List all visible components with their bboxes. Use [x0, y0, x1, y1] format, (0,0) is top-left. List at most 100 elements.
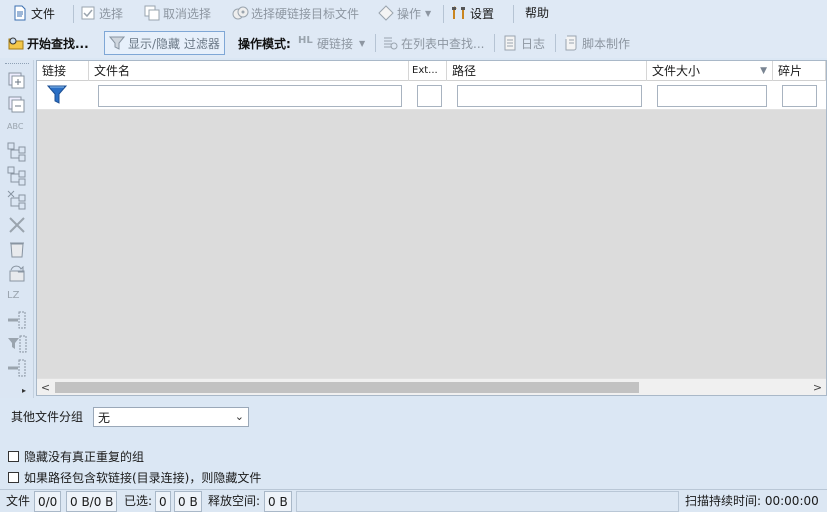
path-filter-input[interactable] [457, 85, 642, 107]
settings-button[interactable]: 设置 [451, 1, 494, 25]
document-icon [12, 5, 28, 21]
select-hardlink-target-button[interactable]: 选择硬链接目标文件 [232, 1, 359, 25]
checkbox-icon[interactable] [8, 472, 19, 483]
script-label: 脚本制作 [582, 36, 631, 51]
scroll-left-icon[interactable]: < [37, 379, 54, 396]
hardlink-icon: HL [298, 35, 313, 46]
tree-select-alt-button[interactable] [7, 166, 27, 186]
scrollbar-thumb[interactable] [55, 382, 639, 393]
tree-cross-icon [7, 190, 27, 213]
diamond-icon [378, 5, 394, 21]
tools-icon [451, 5, 467, 21]
separator [375, 34, 376, 52]
file-menu[interactable]: 文件 [12, 1, 55, 25]
separator [73, 5, 74, 23]
link-alt-button[interactable] [7, 358, 27, 378]
tree-check-icon [7, 166, 27, 189]
link-icon [7, 311, 27, 333]
scroll-right-icon[interactable]: > [809, 379, 826, 396]
separator [513, 5, 514, 23]
separator [443, 5, 444, 23]
column-filesize[interactable]: 文件大小 ▼ [647, 61, 773, 81]
tree-select-button[interactable] [7, 142, 27, 162]
grip-handle[interactable] [5, 63, 29, 65]
delete-button[interactable] [7, 215, 27, 235]
menu-toolbar: 文件 选择 取消选择 选择硬链接目标文件 操作 ▼ 设置 帮助 [0, 0, 827, 28]
action-toolbar: 开始查找... 显示/隐藏 过滤器 操作模式: HL 硬链接 ▼ 在列表中查找.… [0, 28, 827, 58]
operations-menu[interactable]: 操作 ▼ [378, 1, 431, 25]
help-menu[interactable]: 帮助 [525, 0, 549, 24]
find-in-list-label: 在列表中查找... [401, 36, 485, 51]
overflow-chevron-icon[interactable]: ▸ [22, 386, 26, 395]
filesize-filter-input[interactable] [657, 85, 767, 107]
recycle-bin-icon [7, 242, 27, 262]
hide-no-real-dup-checkbox[interactable]: 隐藏没有真正重复的组 [8, 448, 144, 465]
log-button[interactable]: 日志 [502, 31, 545, 55]
deselect-button[interactable]: 取消选择 [144, 1, 211, 25]
tree-deselect-button[interactable] [7, 190, 27, 210]
find-in-list-button[interactable]: 在列表中查找... [382, 31, 484, 55]
status-files-size: 0 B/0 B [66, 491, 118, 512]
column-filename[interactable]: 文件名 [89, 61, 409, 81]
deselect-label: 取消选择 [163, 6, 212, 21]
collapse-all-button[interactable] [7, 95, 27, 115]
other-groups-label: 其他文件分组 [11, 410, 84, 424]
status-free-label: 释放空间: [208, 494, 261, 508]
chevron-down-icon: ⌄ [234, 410, 244, 423]
hardlink-label: 硬链接 [317, 36, 354, 51]
status-bar: 文件 0/0 0 B/0 B 已选: 0 0 B 释放空间: 0 B 扫描持续时… [0, 489, 827, 512]
checkbox-icon[interactable] [8, 451, 19, 462]
recycle-button[interactable] [7, 239, 27, 259]
separator [555, 34, 556, 52]
hardlink-mode-dropdown[interactable]: HL 硬链接 ▼ [298, 31, 365, 55]
status-files-count: 0/0 [34, 491, 62, 512]
filter-funnel-icon[interactable] [46, 84, 69, 109]
toggle-filter-label: 显示/隐藏 过滤器 [128, 36, 220, 51]
column-extension[interactable]: Ext... [409, 61, 447, 81]
discs-icon [232, 5, 249, 21]
script-button[interactable]: 脚本制作 [563, 31, 630, 55]
collapse-groups-icon [7, 96, 27, 118]
status-scan-duration: 扫描持续时间: 00:00:00 [685, 494, 819, 508]
lz-icon[interactable]: LZ [7, 290, 27, 304]
checkbox-select-icon [80, 5, 96, 21]
start-search-button[interactable]: 开始查找... [8, 31, 89, 55]
status-selected-label: 已选: [124, 494, 153, 508]
hide-symlink-path-checkbox[interactable]: 如果路径包含软链接(目录连接)，则隐藏文件 [8, 469, 261, 486]
status-selected-count: 0 [155, 491, 171, 512]
start-search-label: 开始查找... [27, 36, 89, 51]
separator [494, 34, 495, 52]
column-fragments[interactable]: 碎片 [773, 61, 826, 81]
help-label: 帮助 [525, 5, 550, 20]
chevron-down-icon: ▼ [359, 38, 366, 48]
extension-filter-input[interactable] [417, 85, 442, 107]
operations-label: 操作 [397, 6, 422, 21]
filename-filter-input[interactable] [98, 85, 402, 107]
chevron-down-icon: ▼ [425, 8, 432, 18]
expand-all-button[interactable] [7, 71, 27, 91]
move-button[interactable] [7, 263, 27, 283]
column-link[interactable]: 链接 [37, 61, 89, 81]
status-files-label: 文件 [6, 494, 31, 508]
toggle-filter-button[interactable]: 显示/隐藏 过滤器 [104, 31, 225, 55]
filter-icon [108, 35, 126, 51]
results-grid[interactable]: 链接 文件名 Ext... 路径 文件大小 ▼ 碎片 < > [36, 60, 827, 396]
move-arrow-icon [7, 265, 27, 286]
abc-icon[interactable]: ABC [7, 122, 27, 134]
tree-check-icon [7, 142, 27, 165]
grid-header: 链接 文件名 Ext... 路径 文件大小 ▼ 碎片 [37, 61, 826, 81]
log-label: 日志 [521, 36, 546, 51]
horizontal-scrollbar[interactable]: < > [37, 378, 826, 395]
link-icon [7, 359, 27, 381]
select-button[interactable]: 选择 [80, 1, 123, 25]
link-button[interactable] [7, 310, 27, 330]
fragments-filter-input[interactable] [782, 85, 817, 107]
search-folder-icon [8, 35, 24, 51]
filter-link-button[interactable] [7, 334, 27, 354]
column-path[interactable]: 路径 [447, 61, 647, 81]
select-label: 选择 [99, 6, 124, 21]
script-icon [563, 35, 579, 51]
operation-mode-label: 操作模式: [238, 36, 291, 51]
filter-icon [7, 335, 27, 357]
other-groups-select[interactable]: 无 ⌄ [93, 407, 249, 427]
